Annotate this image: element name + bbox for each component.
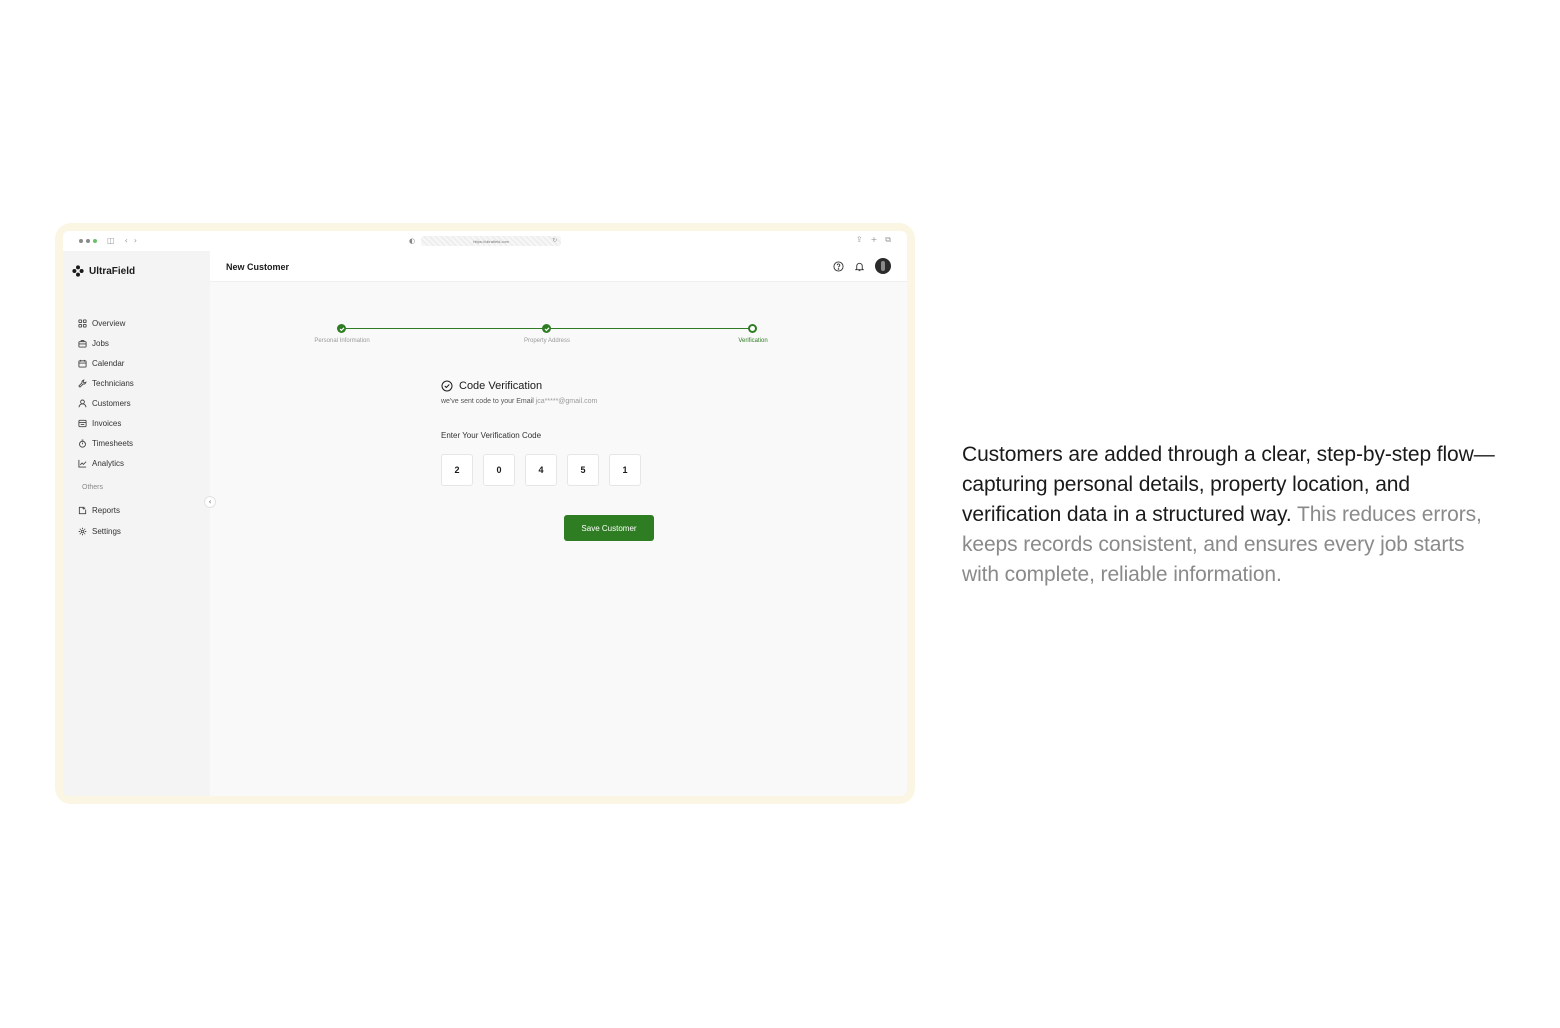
code-digit-input[interactable]: 0 — [483, 454, 515, 486]
sidebar-item-label: Settings — [92, 527, 121, 536]
sidebar-item-label: Customers — [92, 398, 131, 408]
sidebar-item-label: Technicians — [92, 378, 134, 388]
subtitle-text: we've sent code to your Email — [441, 398, 534, 405]
page-title: New Customer — [226, 262, 290, 272]
masked-email: jca*****@gmail.com — [535, 398, 598, 405]
code-digit-input[interactable]: 4 — [525, 454, 557, 486]
step-label: Personal Information — [314, 338, 370, 344]
browser-chrome: ◫ ‹ › ◐ https://ultrafield.com ↻ ⇪ + ⧉ — [63, 231, 907, 251]
url-text: https://ultrafield.com — [473, 238, 509, 244]
stepper: Personal Information Property Address Ve… — [210, 282, 907, 352]
sidebar-toggle-icon[interactable]: ◫ — [107, 237, 115, 245]
window-controls[interactable] — [79, 239, 97, 243]
sidebar-item-technicians[interactable]: Technicians — [78, 373, 134, 393]
sidebar-item-overview[interactable]: Overview — [78, 313, 134, 333]
briefcase-icon — [78, 339, 87, 348]
avatar[interactable] — [875, 258, 891, 274]
code-label: Enter Your Verification Code — [441, 431, 542, 440]
sidebar-collapse-button[interactable]: ‹ — [204, 496, 216, 508]
sidebar-item-label: Analytics — [92, 458, 125, 468]
step-connector — [342, 328, 547, 329]
minimize-dot[interactable] — [86, 239, 90, 243]
code-digit-input[interactable]: 1 — [609, 454, 641, 486]
maximize-dot[interactable] — [93, 239, 97, 243]
save-customer-button[interactable]: Save Customer — [564, 515, 654, 541]
back-icon[interactable]: ‹ — [125, 237, 128, 245]
share-icon[interactable]: ⇪ — [856, 236, 863, 244]
main-content: Personal Information Property Address Ve… — [210, 282, 907, 796]
code-digit-input[interactable]: 5 — [567, 454, 599, 486]
sidebar-nav: Overview Jobs Calendar Technicians Custo… — [78, 313, 134, 473]
sidebar-item-label: Invoices — [92, 418, 122, 428]
sidebar-item-label: Overview — [92, 318, 126, 328]
shield-icon[interactable]: ◐ — [409, 237, 415, 245]
user-icon — [78, 399, 87, 407]
sidebar-item-timesheets[interactable]: Timesheets — [78, 433, 134, 453]
brand-name: UltraField — [89, 265, 136, 277]
calendar-icon — [78, 359, 87, 368]
sidebar-item-customers[interactable]: Customers — [78, 393, 134, 413]
check-icon — [544, 326, 549, 331]
tabs-icon[interactable]: ⧉ — [885, 236, 891, 244]
sidebar-item-label: Calendar — [92, 358, 125, 368]
chart-line-icon — [78, 459, 87, 468]
sidebar-item-label: Jobs — [92, 338, 109, 348]
step-connector — [547, 328, 753, 329]
step-property-address-dot[interactable] — [542, 324, 551, 333]
sidebar-item-reports[interactable]: Reports — [78, 500, 121, 521]
bell-icon[interactable] — [854, 261, 865, 272]
stopwatch-icon — [79, 439, 86, 448]
code-inputs: 2 0 4 5 1 — [441, 454, 741, 486]
others-section-label: Others — [82, 484, 104, 491]
sidebar: UltraField Overview Jobs Calendar Techni… — [63, 251, 210, 796]
help-icon[interactable] — [833, 260, 844, 272]
brand[interactable]: UltraField — [72, 265, 135, 277]
logo-icon — [72, 265, 84, 277]
step-label: Property Address — [523, 338, 571, 344]
sidebar-nav-others: Reports Settings — [78, 500, 121, 542]
step-label: Verification — [738, 338, 768, 344]
page-header: New Customer — [210, 251, 907, 282]
verification-heading: Code Verification — [441, 380, 741, 392]
check-icon — [339, 326, 344, 331]
code-digit-input[interactable]: 2 — [441, 454, 473, 486]
verification-subtitle: we've sent code to your Email jca*****@g… — [441, 398, 741, 405]
new-tab-icon[interactable]: + — [871, 236, 878, 244]
report-icon — [78, 506, 87, 515]
app-window: ◫ ‹ › ◐ https://ultrafield.com ↻ ⇪ + ⧉ U… — [63, 231, 907, 796]
browser-actions: ⇪ + ⧉ — [856, 236, 891, 244]
feature-description: Customers are added through a clear, ste… — [962, 440, 1507, 590]
sidebar-item-label: Reports — [92, 506, 121, 515]
sidebar-item-settings[interactable]: Settings — [78, 521, 121, 542]
sidebar-item-invoices[interactable]: Invoices — [78, 413, 134, 433]
reload-icon[interactable]: ↻ — [552, 237, 557, 244]
verification-title: Code Verification — [459, 380, 543, 392]
forward-icon[interactable]: › — [134, 237, 137, 245]
address-area: ◐ https://ultrafield.com ↻ — [409, 236, 562, 246]
verification-form: Code Verification we've sent code to you… — [441, 380, 741, 486]
sidebar-item-jobs[interactable]: Jobs — [78, 333, 134, 353]
header-actions — [833, 258, 891, 274]
invoice-icon — [78, 419, 87, 427]
grid-icon — [78, 318, 87, 328]
wrench-icon — [78, 379, 87, 387]
step-verification-dot[interactable] — [748, 324, 757, 333]
badge-check-icon — [441, 380, 453, 392]
sidebar-item-label: Timesheets — [92, 438, 134, 448]
gear-icon — [78, 527, 87, 536]
address-bar[interactable]: https://ultrafield.com ↻ — [421, 236, 562, 246]
close-dot[interactable] — [79, 239, 83, 243]
step-personal-info-dot[interactable] — [337, 324, 346, 333]
screenshot-frame: ◫ ‹ › ◐ https://ultrafield.com ↻ ⇪ + ⧉ U… — [55, 223, 915, 804]
sidebar-item-analytics[interactable]: Analytics — [78, 453, 134, 473]
sidebar-item-calendar[interactable]: Calendar — [78, 353, 134, 373]
